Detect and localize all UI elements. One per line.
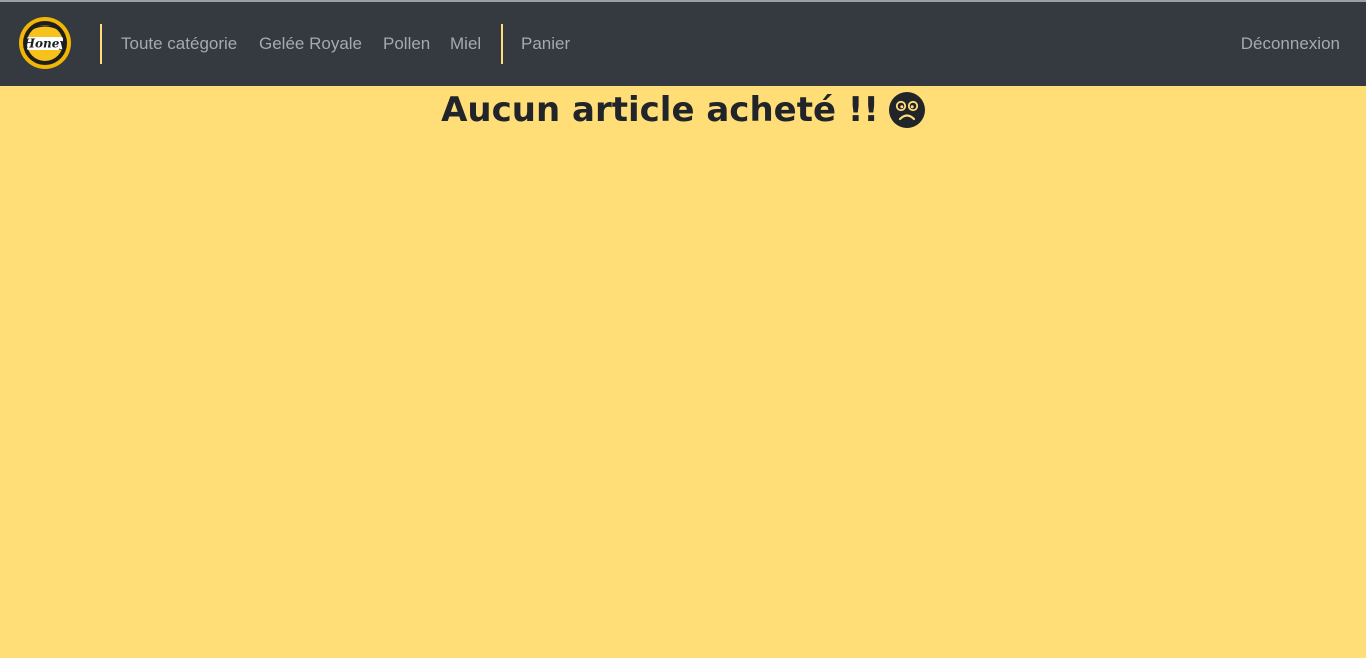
honey-logo-icon: Honey (19, 17, 71, 69)
nav-link-pollen[interactable]: Pollen (383, 34, 430, 54)
sad-face-icon (888, 92, 925, 128)
page-title: Aucun article acheté !! (441, 90, 879, 130)
nav-link-gelee-royale[interactable]: Gelée Royale (259, 34, 362, 54)
main-content: Aucun article acheté !! (0, 86, 1366, 658)
nav-divider (100, 24, 102, 64)
nav-link-toute-categorie[interactable]: Toute catégorie (121, 34, 237, 54)
nav-divider (501, 24, 503, 64)
logout-link[interactable]: Déconnexion (1241, 34, 1340, 54)
nav-link-miel[interactable]: Miel (450, 34, 481, 54)
nav-link-panier[interactable]: Panier (521, 34, 570, 54)
brand-logo[interactable]: Honey (18, 16, 72, 70)
empty-state: Aucun article acheté !! (0, 90, 1366, 130)
svg-text:Honey: Honey (23, 37, 68, 51)
top-navbar: Honey Toute catégorie Gelée Royale Polle… (0, 2, 1366, 86)
